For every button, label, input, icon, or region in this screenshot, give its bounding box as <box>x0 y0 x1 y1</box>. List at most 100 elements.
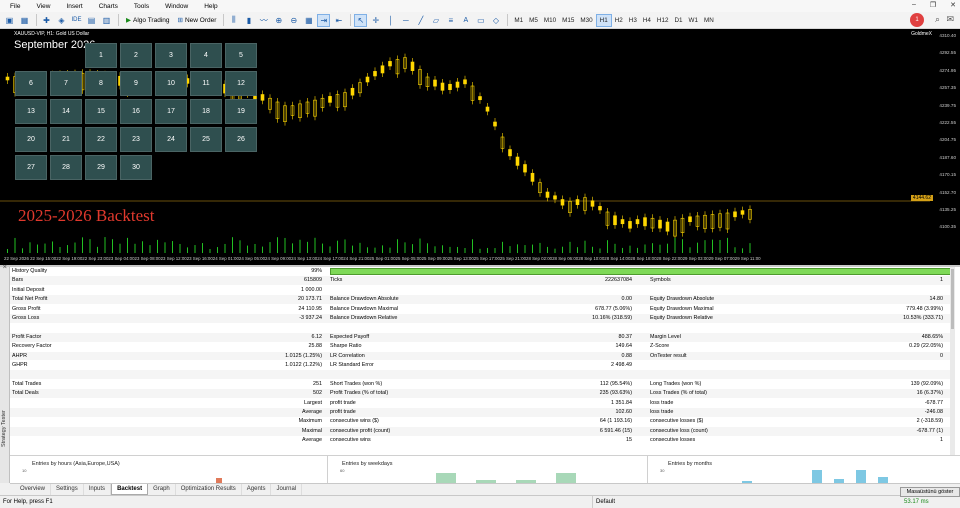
connection-status[interactable]: 53.17 ms <box>904 496 929 508</box>
calendar-day[interactable]: 22 <box>85 127 117 152</box>
zoom-in-icon[interactable]: ⊕ <box>272 14 285 27</box>
market-watch-icon[interactable]: ✚ <box>40 14 53 27</box>
tab-overview[interactable]: Overview <box>15 484 52 495</box>
calendar-day[interactable]: 17 <box>155 99 187 124</box>
calendar-day[interactable]: 25 <box>190 127 222 152</box>
tab-agents[interactable]: Agents <box>242 484 272 495</box>
line-chart-icon[interactable]: 〰 <box>257 14 270 27</box>
calendar-day[interactable]: 4 <box>190 43 222 68</box>
menu-help[interactable]: Help <box>196 3 225 10</box>
shapes-icon[interactable]: ◇ <box>489 14 502 27</box>
calendar-day[interactable]: 23 <box>120 127 152 152</box>
timeframe-mn[interactable]: MN <box>701 14 717 27</box>
chat-icon[interactable]: ✉ <box>946 14 954 25</box>
tab-optimization-results[interactable]: Optimization Results <box>176 484 242 495</box>
calendar-day[interactable]: 19 <box>225 99 257 124</box>
crosshair-icon[interactable]: ✛ <box>369 14 382 27</box>
restore-icon[interactable]: ❐ <box>930 1 936 9</box>
data-window-icon[interactable]: ◈ <box>55 14 68 27</box>
timeframe-h4[interactable]: H4 <box>640 14 654 27</box>
profiles-icon[interactable]: ▦ <box>18 14 31 27</box>
calendar-day[interactable]: 3 <box>155 43 187 68</box>
tab-graph[interactable]: Graph <box>148 484 176 495</box>
chart-window[interactable]: XAUUSD-VIP, H1: Gold US Dollar GoldmeX S… <box>0 29 960 267</box>
calendar-day[interactable]: 16 <box>120 99 152 124</box>
show-desktop-button[interactable]: Masaüstünü göster <box>900 487 960 497</box>
calendar-day[interactable]: 13 <box>15 99 47 124</box>
timeframe-m15[interactable]: M15 <box>559 14 577 27</box>
tab-settings[interactable]: Settings <box>51 484 84 495</box>
calendar-day[interactable]: 2 <box>120 43 152 68</box>
cursor-icon[interactable]: ↖ <box>354 13 368 27</box>
menu-file[interactable]: File <box>2 3 28 10</box>
tab-backtest[interactable]: Backtest <box>111 484 149 495</box>
timeframe-h3[interactable]: H3 <box>626 14 640 27</box>
timeframe-m5[interactable]: M5 <box>526 14 541 27</box>
time-axis[interactable]: 22 Sep 2026 22 Sep 15:00 22 Sep 19:00 22 Se… <box>0 256 930 266</box>
calendar-day[interactable]: 5 <box>225 43 257 68</box>
notifications-icon[interactable]: 1 <box>910 13 924 27</box>
calendar-day[interactable]: 12 <box>225 71 257 96</box>
horizontal-line-icon[interactable]: ─ <box>399 14 412 27</box>
calendar-day[interactable]: 6 <box>15 71 47 96</box>
minimize-icon[interactable]: – <box>912 1 916 9</box>
search-icon[interactable]: ⌕ <box>935 14 940 25</box>
timeframe-w1[interactable]: W1 <box>686 14 701 27</box>
menu-window[interactable]: Window <box>157 3 196 10</box>
calendar-day[interactable]: 24 <box>155 127 187 152</box>
calendar-day[interactable]: 26 <box>225 127 257 152</box>
label-icon[interactable]: ▭ <box>474 14 487 27</box>
menu-view[interactable]: View <box>28 3 58 10</box>
fibonacci-icon[interactable]: ≡ <box>444 14 457 27</box>
calendar-day[interactable]: 29 <box>85 155 117 180</box>
timeframe-h1[interactable]: H1 <box>595 13 612 27</box>
calendar-day[interactable]: 18 <box>190 99 222 124</box>
trendline-icon[interactable]: ╱ <box>414 14 427 27</box>
chart-shift-icon[interactable]: ⇤ <box>332 14 345 27</box>
timeframe-m30[interactable]: M30 <box>577 14 595 27</box>
grid-icon[interactable]: ▦ <box>302 14 315 27</box>
timeframe-m1[interactable]: M1 <box>511 14 526 27</box>
navigator-icon[interactable]: ▤ <box>85 14 98 27</box>
calendar-day[interactable]: 10 <box>155 71 187 96</box>
calendar-day[interactable]: 11 <box>190 71 222 96</box>
calendar-day[interactable]: 21 <box>50 127 82 152</box>
calendar-day[interactable]: 15 <box>85 99 117 124</box>
calendar-day[interactable]: 30 <box>120 155 152 180</box>
text-icon[interactable]: A <box>459 14 472 27</box>
timeframe-d1[interactable]: D1 <box>671 14 685 27</box>
calendar-day[interactable]: 8 <box>85 71 117 96</box>
close-icon[interactable]: ✕ <box>950 1 956 9</box>
report-row <box>10 370 955 380</box>
scrollbar-thumb[interactable] <box>951 269 954 329</box>
tester-icon[interactable]: ▥ <box>100 14 113 27</box>
new-order-button[interactable]: ⊞ New Order <box>174 14 221 27</box>
report-scrollbar[interactable] <box>950 267 955 455</box>
timeframe-m10[interactable]: M10 <box>541 14 559 27</box>
calendar-day[interactable]: 20 <box>15 127 47 152</box>
menu-insert[interactable]: Insert <box>58 3 90 10</box>
tab-journal[interactable]: Journal <box>271 484 303 495</box>
price-axis[interactable]: 4310.40 4292.55 4274.95 4257.35 4239.75 4222.… <box>930 29 960 267</box>
bar-chart-icon[interactable]: ⫼ <box>227 14 240 27</box>
new-chart-icon[interactable]: ▣ <box>3 14 16 27</box>
calendar-day[interactable]: 1 <box>85 43 117 68</box>
ide-icon[interactable]: IDE <box>70 14 83 27</box>
zoom-out-icon[interactable]: ⊖ <box>287 14 300 27</box>
calendar-day[interactable]: 9 <box>120 71 152 96</box>
candles-icon[interactable]: ▮ <box>242 14 255 27</box>
calendar-day[interactable]: 28 <box>50 155 82 180</box>
calendar-day[interactable]: 27 <box>15 155 47 180</box>
channel-icon[interactable]: ▱ <box>429 14 442 27</box>
menu-tools[interactable]: Tools <box>126 3 157 10</box>
autoscroll-icon[interactable]: ⇥ <box>317 13 331 27</box>
algo-trading-button[interactable]: ▶ Algo Trading <box>122 14 174 27</box>
close-icon[interactable]: ✕ <box>2 264 9 269</box>
calendar-day[interactable]: 14 <box>50 99 82 124</box>
calendar-day[interactable]: 7 <box>50 71 82 96</box>
vertical-line-icon[interactable]: │ <box>384 14 397 27</box>
tab-inputs[interactable]: Inputs <box>84 484 112 495</box>
menu-charts[interactable]: Charts <box>91 3 126 10</box>
timeframe-h2[interactable]: H2 <box>612 14 626 27</box>
timeframe-h12[interactable]: H12 <box>654 14 672 27</box>
